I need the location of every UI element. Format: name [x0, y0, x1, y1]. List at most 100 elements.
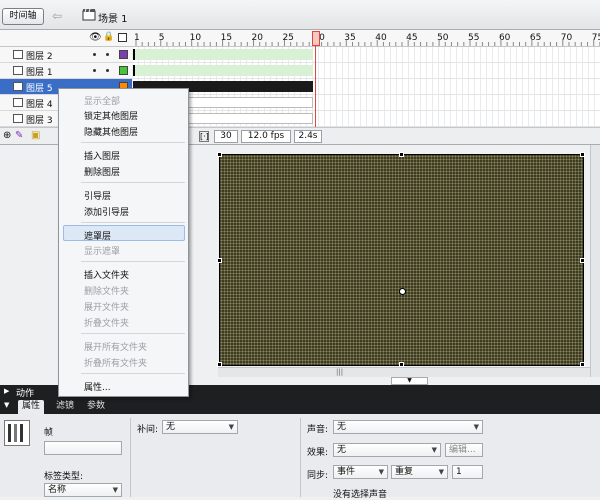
onion-skin-icon[interactable]: [·] [199, 131, 209, 142]
layer-frames[interactable] [133, 47, 600, 63]
no-sound-text: 没有选择声音 [333, 490, 388, 500]
keyframe-span[interactable] [133, 49, 313, 60]
menu-separator [81, 373, 185, 374]
effect-label: 效果: [307, 448, 329, 458]
menu-separator [81, 142, 185, 143]
eye-icon[interactable]: 👁 [89, 32, 102, 43]
layer-color-swatch[interactable] [119, 66, 128, 75]
sync-select[interactable]: 事件 ▼ [333, 465, 388, 479]
frame-name-input[interactable] [44, 441, 122, 455]
layer-row[interactable]: 图层 1 [0, 63, 132, 79]
collapse-arrow-icon: ▼ [4, 401, 10, 409]
layer-icon [13, 98, 23, 107]
layer-color-swatch[interactable] [119, 50, 128, 59]
menu-item: 显示全部 [84, 97, 121, 107]
repeat-count-input[interactable]: 1 [452, 465, 483, 479]
layer-icon [13, 82, 23, 91]
add-folder-icon[interactable]: ▣ [31, 130, 40, 141]
menu-separator [81, 261, 185, 262]
ruler-label: 1 [134, 33, 140, 43]
playhead[interactable] [312, 31, 320, 128]
menu-item: 显示遮罩 [84, 247, 121, 257]
layer-frames[interactable] [133, 79, 600, 95]
menu-item[interactable]: 删除图层 [84, 165, 120, 178]
timeline-toggle-button[interactable]: 时间轴 [2, 8, 44, 25]
menu-item[interactable]: 属性... [84, 380, 111, 393]
layer-name: 图层 3 [26, 116, 53, 126]
sound-label: 声音: [307, 425, 329, 435]
layer-name: 图层 4 [26, 100, 53, 110]
ruler-label: 15 [220, 33, 233, 43]
transform-point[interactable] [399, 288, 406, 295]
scene-name[interactable]: 场景 1 [98, 10, 128, 25]
layer-row[interactable]: 图层 2 [0, 47, 132, 63]
back-arrow-icon[interactable]: ⇦ [52, 9, 68, 23]
layer-icon [13, 50, 23, 59]
tab-parameters[interactable]: 参数 [83, 400, 109, 414]
horizontal-scrollbar[interactable]: ||| [218, 367, 590, 377]
menu-item[interactable]: 插入文件夹 [84, 268, 129, 281]
label-type-select[interactable]: 名称 ▼ [44, 483, 122, 497]
menu-item: 折叠所有文件夹 [84, 359, 148, 369]
menu-item[interactable]: 添加引导层 [84, 205, 129, 218]
lock-dot[interactable] [106, 53, 109, 56]
scroll-grip-icon: ||| [336, 368, 344, 376]
tween-label: 补间: [137, 425, 159, 435]
repeat-select[interactable]: 重复 ▼ [391, 465, 448, 479]
menu-item[interactable]: 引导层 [84, 189, 111, 202]
layer-icon [13, 66, 23, 75]
ruler-label: 45 [406, 33, 418, 43]
ruler-label: 65 [529, 33, 542, 43]
layer-name: 图层 1 [26, 68, 53, 78]
ruler-label: 60 [498, 33, 511, 43]
ruler-label: 75 [591, 33, 600, 43]
menu-item[interactable]: 隐藏其他图层 [84, 125, 138, 138]
property-tabs: ▼ 属性 滤镜 参数 [0, 398, 600, 414]
expand-arrow-icon: ▶ [4, 387, 10, 395]
stage-bitmap[interactable] [217, 152, 585, 367]
layer-frames[interactable] [133, 63, 600, 79]
layer-icon [13, 114, 23, 123]
collapse-panel-button[interactable]: ▼ [391, 377, 428, 385]
menu-highlight [63, 225, 185, 241]
tab-properties[interactable]: 属性 [18, 400, 45, 414]
vertical-scrollbar[interactable] [590, 145, 600, 377]
menu-item: 删除文件夹 [84, 287, 130, 297]
frame-icon [4, 420, 30, 446]
ruler-label: 5 [158, 33, 165, 43]
ruler-label: 20 [251, 33, 263, 43]
sound-select[interactable]: 无 ▼ [333, 420, 483, 434]
tween-select[interactable]: 无 ▼ [162, 420, 238, 434]
edit-button[interactable]: 编辑... [445, 443, 483, 457]
menu-separator [81, 222, 185, 223]
menu-item[interactable]: 插入图层 [84, 149, 120, 162]
effect-select[interactable]: 无 ▼ [333, 443, 441, 457]
frame-label: 帧 [44, 428, 54, 438]
add-guide-icon[interactable]: ✎ [15, 130, 23, 141]
layer-context-menu: 显示全部锁定其他图层 隐藏其他图层 插入图层删除图层引导层添加引导层遮罩层显示遮罩插… [58, 88, 189, 397]
visibility-dot[interactable] [93, 69, 96, 72]
menu-item: 折叠文件夹 [84, 319, 130, 329]
layer-name: 图层 2 [26, 52, 53, 62]
ruler-label: 50 [437, 33, 449, 43]
layer-frames[interactable] [133, 111, 600, 127]
ruler-label: 40 [375, 33, 387, 43]
outline-icon[interactable] [118, 33, 127, 42]
keyframe-span[interactable] [133, 65, 313, 76]
menu-item: 展开所有文件夹 [84, 343, 148, 353]
lock-dot[interactable] [106, 69, 109, 72]
visibility-dot[interactable] [93, 53, 96, 56]
menu-item[interactable]: 锁定其他图层 [84, 109, 138, 122]
add-layer-icon[interactable]: ⊕ [3, 130, 11, 141]
sync-label: 同步: [307, 471, 329, 481]
tab-filters[interactable]: 滤镜 [52, 400, 78, 414]
layer-frames[interactable] [133, 95, 600, 111]
menu-item[interactable]: 遮罩层 [84, 229, 111, 242]
menu-item: 展开文件夹 [84, 303, 130, 313]
ruler-label: 55 [468, 33, 480, 43]
scene-icon [82, 8, 96, 22]
ruler-label: 25 [282, 33, 294, 43]
ruler-label: 35 [344, 33, 356, 43]
frame-rate[interactable]: 12.0 fps [241, 130, 291, 143]
lock-icon[interactable]: 🔒 [103, 32, 114, 42]
